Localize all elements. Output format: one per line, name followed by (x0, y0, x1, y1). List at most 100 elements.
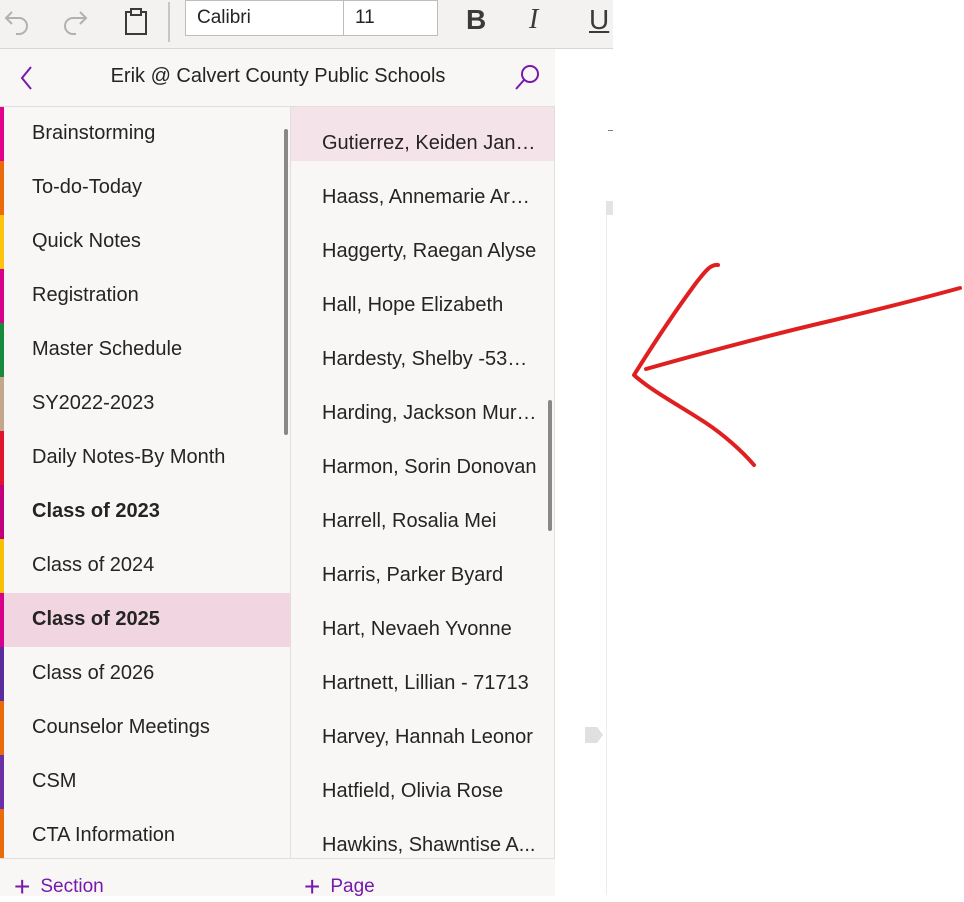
section-color-bar (0, 701, 4, 755)
page-item[interactable]: Harding, Jackson Murd... (291, 377, 554, 431)
italic-button[interactable]: I (529, 2, 538, 38)
section-list-scrollbar[interactable] (284, 129, 288, 435)
section-label: Class of 2026 (32, 662, 155, 684)
add-page-button[interactable]: + Page (304, 871, 375, 902)
page-label: Harris, Parker Byard (322, 564, 504, 586)
section-item-cta-information[interactable]: CTA Information (0, 809, 290, 858)
section-color-bar (0, 161, 4, 215)
section-label: SY2022-2023 (32, 392, 155, 414)
page-item[interactable]: Harvey, Hannah Leonor (291, 701, 554, 755)
section-label: Registration (32, 284, 139, 306)
page-label: Hawkins, Shawntise A... (322, 834, 536, 856)
page-item[interactable]: Harmon, Sorin Donovan (291, 431, 554, 485)
section-item-brainstorming[interactable]: Brainstorming (0, 107, 290, 161)
page-label: Hartnett, Lillian - 71713 (322, 672, 529, 694)
section-color-bar (0, 539, 4, 593)
page-item[interactable]: Hall, Hope Elizabeth (291, 269, 554, 323)
section-label: Counselor Meetings (32, 716, 210, 738)
paste-button[interactable] (119, 2, 153, 40)
section-color-bar (0, 593, 4, 647)
page-list-scrollbar[interactable] (548, 400, 552, 531)
page-label: Haass, Annemarie Aroa... (322, 186, 538, 208)
section-color-bar (0, 269, 4, 323)
section-item-master-schedule[interactable]: Master Schedule (0, 323, 290, 377)
page-label: Harmon, Sorin Donovan (322, 456, 537, 478)
undo-icon (4, 11, 28, 35)
page-label: Gutierrez, Keiden Jandel (322, 132, 538, 154)
clipboard-icon (125, 8, 147, 35)
page-label: Harvey, Hannah Leonor (322, 726, 533, 748)
toolbar-divider (168, 2, 170, 42)
font-size-input[interactable]: 11 (343, 0, 438, 36)
section-item-counselor-meetings[interactable]: Counselor Meetings (0, 701, 290, 755)
section-color-bar (0, 431, 4, 485)
nav-footer: + Section + Page (0, 858, 555, 902)
section-item-class-of-2025[interactable]: Class of 2025 (0, 593, 290, 647)
section-color-bar (0, 647, 4, 701)
undo-button[interactable] (0, 2, 34, 40)
nav-pane-border (554, 107, 555, 895)
section-label: Master Schedule (32, 338, 183, 360)
section-color-bar (0, 755, 4, 809)
page-item[interactable]: Hardesty, Shelby -53011 (291, 323, 554, 377)
section-label: To-do-Today (32, 176, 143, 198)
section-item-csm[interactable]: CSM (0, 755, 290, 809)
section-label: CTA Information (32, 824, 176, 846)
redo-button[interactable] (58, 2, 92, 40)
search-button[interactable] (510, 61, 544, 95)
section-item-daily-notes[interactable]: Daily Notes-By Month (0, 431, 290, 485)
search-icon (515, 65, 539, 90)
back-button[interactable] (10, 61, 44, 95)
bold-button[interactable]: B (466, 2, 486, 38)
section-color-bar (0, 215, 4, 269)
underline-button[interactable]: U (589, 2, 609, 38)
canvas-border (606, 215, 607, 895)
arrow-drawing-icon (632, 262, 962, 467)
page-label: Hatfield, Olivia Rose (322, 780, 504, 802)
section-label: Class of 2025 (32, 608, 160, 630)
page-item[interactable]: Haass, Annemarie Aroa... (291, 161, 554, 215)
section-label: Class of 2024 (32, 554, 155, 576)
section-color-bar (0, 323, 4, 377)
section-item-class-of-2023[interactable]: Class of 2023 (0, 485, 290, 539)
collapse-handle-icon[interactable] (584, 726, 604, 744)
page-item[interactable]: Hatfield, Olivia Rose (291, 755, 554, 809)
notebook-title[interactable]: Erik @ Calvert County Public Schools (60, 65, 496, 88)
section-label: CSM (32, 770, 77, 792)
section-item-sy2022-2023[interactable]: SY2022-2023 (0, 377, 290, 431)
page-item[interactable]: Harrell, Rosalia Mei (291, 485, 554, 539)
section-color-bar (0, 107, 4, 161)
ribbon-toolbar: Calibri 11 B I U (0, 0, 613, 49)
page-item[interactable]: Hartnett, Lillian - 71713 (291, 647, 554, 701)
page-label: Hardesty, Shelby -53011 (322, 348, 538, 370)
section-item-registration[interactable]: Registration (0, 269, 290, 323)
section-list: Brainstorming To-do-Today Quick Notes Re… (0, 107, 290, 858)
section-color-bar (0, 377, 4, 431)
font-name-input[interactable]: Calibri (185, 0, 344, 36)
section-item-class-of-2026[interactable]: Class of 2026 (0, 647, 290, 701)
page-label: Hall, Hope Elizabeth (322, 294, 504, 316)
navigation-pane: Erik @ Calvert County Public Schools Bra… (0, 49, 555, 902)
section-color-bar (0, 809, 4, 858)
page-item[interactable]: Haggerty, Raegan Alyse (291, 215, 554, 269)
chevron-left-icon (20, 66, 32, 90)
add-section-button[interactable]: + Section (14, 873, 104, 901)
page-label: Harrell, Rosalia Mei (322, 510, 497, 532)
canvas-marker (608, 130, 613, 131)
page-item[interactable]: Hart, Nevaeh Yvonne (291, 593, 554, 647)
canvas-scrollbar[interactable] (606, 201, 613, 215)
section-label: Quick Notes (32, 230, 141, 252)
section-color-bar (0, 485, 4, 539)
page-item[interactable]: Gutierrez, Keiden Jandel (291, 107, 554, 161)
page-item[interactable]: Harris, Parker Byard (291, 539, 554, 593)
page-label: Haggerty, Raegan Alyse (322, 240, 537, 262)
section-item-class-of-2024[interactable]: Class of 2024 (0, 539, 290, 593)
section-item-to-do-today[interactable]: To-do-Today (0, 161, 290, 215)
page-label: Hart, Nevaeh Yvonne (322, 618, 512, 640)
page-item[interactable]: Hawkins, Shawntise A... (291, 809, 554, 858)
plus-icon: + (304, 871, 321, 902)
page-label: Harding, Jackson Murd... (322, 402, 538, 424)
section-label: Brainstorming (32, 122, 156, 144)
section-item-quick-notes[interactable]: Quick Notes (0, 215, 290, 269)
page-list: Gutierrez, Keiden Jandel Haass, Annemari… (291, 107, 554, 858)
